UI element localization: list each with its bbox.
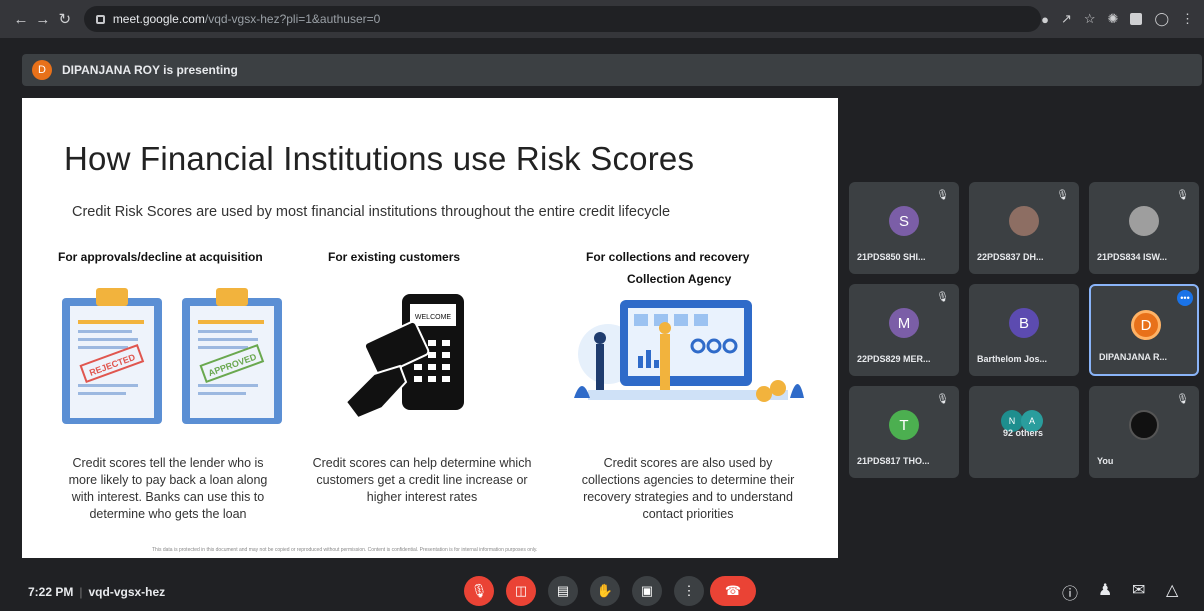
participant-name: You — [1097, 456, 1114, 466]
captions-icon: ▤ — [556, 583, 570, 598]
participant-tile[interactable]: 🎙 M 22PDS829 MER... — [849, 284, 959, 376]
extensions-icon[interactable]: ✺ — [1108, 11, 1119, 27]
mic-off-icon: 🎙 — [470, 583, 488, 598]
lock-icon — [95, 14, 105, 24]
participant-name: 22PDS837 DH... — [977, 252, 1044, 262]
avatar: M — [889, 308, 919, 338]
reload-icon[interactable]: ↻ — [54, 10, 76, 28]
mic-muted-icon: 🎙 — [936, 190, 949, 201]
captions-button[interactable]: ▤ — [548, 576, 578, 606]
people-icon[interactable]: ♟ — [1098, 580, 1112, 600]
avatar: S — [889, 206, 919, 236]
camera-off-button[interactable]: ◫ — [506, 576, 536, 606]
presenting-banner: D DIPANJANA ROY is presenting — [22, 54, 1202, 86]
hand-icon: ✋ — [596, 583, 614, 598]
raise-hand-button[interactable]: ✋ — [590, 576, 620, 606]
mic-muted-icon: 🎙 — [1056, 190, 1069, 201]
column-text-collections: Credit scores are also used by collectio… — [581, 456, 795, 521]
participant-name: DIPANJANA R... — [1099, 352, 1168, 362]
camera-off-icon: ◫ — [514, 583, 528, 598]
clipboard-rejected-icon: REJECTED — [62, 288, 162, 424]
more-vert-icon: ⋮ — [682, 583, 696, 598]
card-terminal-icon: WELCOME — [344, 294, 464, 420]
avatar-photo — [1009, 206, 1039, 236]
mic-muted-icon: 🎙 — [1176, 190, 1189, 201]
clipboards-illustration: REJECTED APPROVED — [62, 288, 282, 424]
avatar: T — [889, 410, 919, 440]
shared-slide: How Financial Institutions use Risk Scor… — [22, 98, 838, 558]
collection-agency-label: Collection Agency — [627, 272, 732, 286]
forward-icon[interactable]: → — [32, 11, 54, 28]
column-heading-existing: For existing customers — [328, 250, 461, 264]
mic-muted-icon: 🎙 — [1176, 394, 1189, 405]
bookmark-star-icon[interactable]: ☆ — [1084, 11, 1096, 27]
meeting-control-bar: 7:22 PM | vqd-vgsx-hez 🎙 ◫ ▤ ✋ ▣ ⋮ ☎ ⓘ ♟ ✉… — [0, 570, 1204, 611]
present-button[interactable]: ▣ — [632, 576, 662, 606]
others-count: 92 others — [1003, 428, 1044, 438]
self-tile[interactable]: 🎙 You — [1089, 386, 1199, 478]
participant-name: 21PDS850 SHI... — [857, 252, 926, 262]
camera-indicator-icon[interactable]: ● — [1041, 12, 1049, 27]
share-icon[interactable]: ↗ — [1061, 11, 1072, 27]
tab-icon[interactable] — [1130, 13, 1143, 25]
self-video — [1129, 410, 1159, 440]
meeting-code: vqd-vgsx-hez — [88, 585, 166, 599]
meeting-time: 7:22 PM — [28, 585, 74, 599]
info-icon[interactable]: ⓘ — [1062, 580, 1078, 604]
collection-agency-illustration — [574, 300, 804, 402]
participant-name: 22PDS829 MER... — [857, 354, 931, 364]
url-domain: meet.google.com — [112, 12, 205, 26]
avatar: B — [1009, 308, 1039, 338]
menu-icon[interactable]: ⋮ — [1181, 11, 1194, 27]
participant-name: 21PDS817 THO... — [857, 456, 930, 466]
slide-subtitle: Credit Risk Scores are used by most fina… — [72, 204, 671, 220]
browser-toolbar: ← → ↻ meet.google.com /vqd-vgsx-hez?pli=… — [0, 0, 1204, 38]
participant-tile[interactable]: 🎙 S 21PDS850 SHI... — [849, 182, 959, 274]
slide-footer: This data is protected in this document … — [152, 547, 538, 553]
presenter-avatar: D — [32, 60, 52, 80]
profile-icon[interactable]: ◯ — [1154, 11, 1169, 27]
participant-tile[interactable]: 🎙 21PDS834 ISW... — [1089, 182, 1199, 274]
hang-up-icon: ☎ — [724, 583, 742, 598]
column-heading-collections: For collections and recovery — [586, 250, 750, 264]
slide-title: How Financial Institutions use Risk Scor… — [64, 140, 695, 177]
address-bar[interactable]: meet.google.com /vqd-vgsx-hez?pli=1&auth… — [83, 6, 1042, 32]
mic-muted-icon: 🎙 — [936, 394, 949, 405]
leave-call-button[interactable]: ☎ — [710, 576, 756, 606]
clipboard-approved-icon: APPROVED — [182, 288, 282, 424]
presenting-text: DIPANJANA ROY is presenting — [62, 63, 238, 77]
chat-icon[interactable]: ✉ — [1132, 580, 1145, 600]
url-path: /vqd-vgsx-hez?pli=1&authuser=0 — [204, 12, 381, 26]
back-icon[interactable]: ← — [10, 11, 32, 28]
column-heading-acquisition: For approvals/decline at acquisition — [58, 250, 263, 264]
avatar: D — [1131, 310, 1161, 340]
more-options-icon[interactable]: ••• — [1177, 290, 1193, 306]
more-options-button[interactable]: ⋮ — [674, 576, 704, 606]
participant-tile[interactable]: 🎙 T 21PDS817 THO... — [849, 386, 959, 478]
activities-icon[interactable]: △ — [1166, 580, 1178, 600]
svg-text:WELCOME: WELCOME — [415, 314, 452, 321]
mic-muted-icon: 🎙 — [936, 292, 949, 303]
column-text-existing: Credit scores can help determine which c… — [312, 456, 532, 504]
meeting-info: 7:22 PM | vqd-vgsx-hez — [28, 585, 166, 599]
avatar-photo — [1129, 206, 1159, 236]
participant-name: 21PDS834 ISW... — [1097, 252, 1168, 262]
participant-tile[interactable]: B Barthelom Jos... — [969, 284, 1079, 376]
participant-tile-presenter[interactable]: ••• D DIPANJANA R... — [1089, 284, 1199, 376]
participant-name: Barthelom Jos... — [977, 354, 1048, 364]
others-tile[interactable]: N A 92 others — [969, 386, 1079, 478]
column-text-acquisition: Credit scores tell the lender who is mor… — [68, 456, 268, 521]
mic-off-button[interactable]: 🎙 — [464, 576, 494, 606]
present-icon: ▣ — [640, 583, 654, 598]
participant-tile[interactable]: 🎙 22PDS837 DH... — [969, 182, 1079, 274]
